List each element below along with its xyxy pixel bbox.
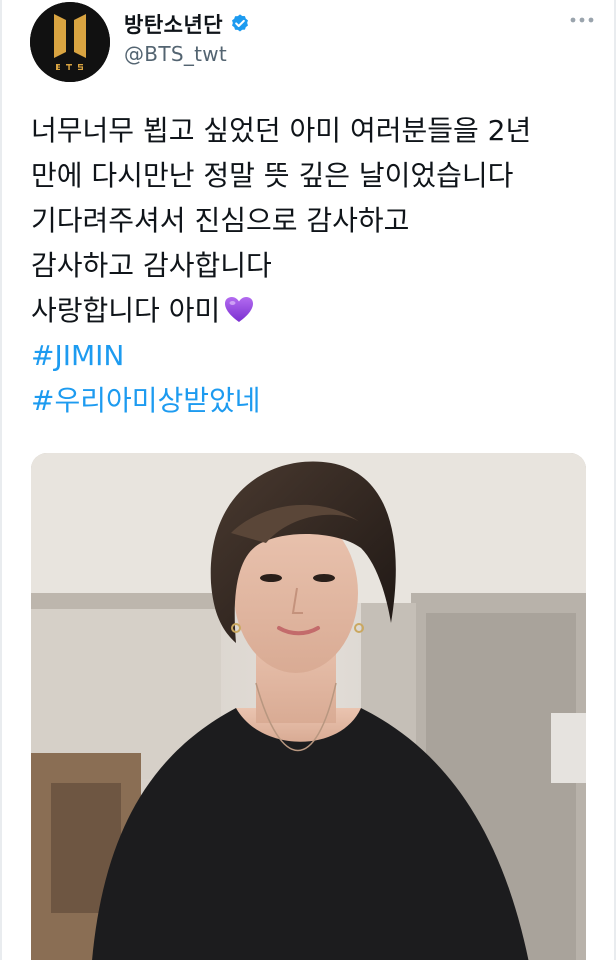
tweet-body: 너무너무 뵙고 싶었던 아미 여러분들을 2년 만에 다시만난 정말 뜻 깊은 … bbox=[31, 108, 601, 423]
verified-badge-icon bbox=[232, 14, 249, 32]
more-options-icon[interactable] bbox=[568, 10, 596, 30]
user-info: 방탄소년단 @BTS_twt bbox=[124, 8, 251, 66]
display-name-row: 방탄소년단 bbox=[124, 8, 251, 40]
bts-logo-icon bbox=[30, 2, 110, 82]
hashtag-link[interactable]: #우리아미상받았네 bbox=[31, 378, 601, 423]
tweet-media-video[interactable] bbox=[31, 453, 586, 960]
avatar[interactable] bbox=[30, 2, 110, 82]
display-name[interactable]: 방탄소년단 bbox=[124, 9, 223, 39]
tweet-line-text: 사랑합니다 아미 bbox=[31, 294, 221, 327]
tweet-line: 감사하고 감사합니다 bbox=[31, 249, 272, 282]
tweet-line-with-emoji: 사랑합니다 아미 bbox=[31, 288, 601, 333]
tweet-line: 기다려주셔서 진심으로 감사하고 bbox=[31, 204, 410, 237]
video-frame-image bbox=[31, 453, 586, 960]
tweet-card: 방탄소년단 @BTS_twt 너무너무 뵙고 싶었던 아미 여러분들을 2년 만… bbox=[0, 0, 616, 960]
purple-heart-icon bbox=[225, 297, 254, 322]
handle[interactable]: @BTS_twt bbox=[124, 42, 251, 66]
tweet-line: 만에 다시만난 정말 뜻 깊은 날이었습니다 bbox=[31, 159, 514, 192]
hashtag-link[interactable]: #JIMIN bbox=[31, 333, 601, 378]
left-border bbox=[0, 0, 2, 960]
tweet-line: 너무너무 뵙고 싶었던 아미 여러분들을 2년 bbox=[31, 114, 532, 147]
